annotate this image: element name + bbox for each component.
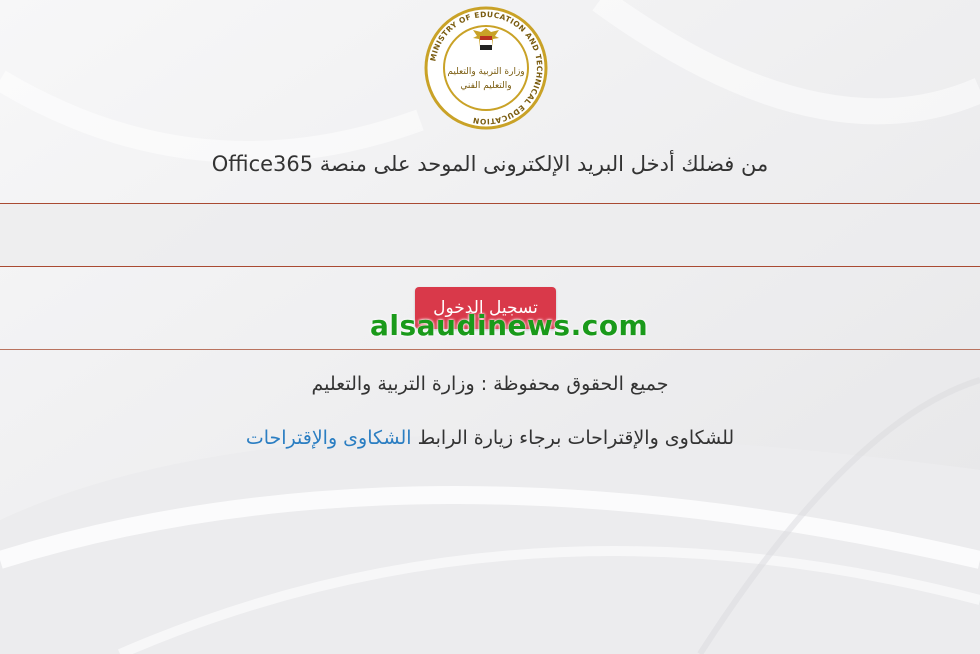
copyright-text: جميع الحقوق محفوظة : وزارة التربية والتع… (311, 373, 669, 395)
ministry-seal-logo: MINISTRY OF EDUCATION AND TECHNICAL EDUC… (424, 6, 548, 130)
email-prompt-label: من فضلك أدخل البريد الإلكترونى الموحد عل… (211, 152, 769, 176)
complaints-link[interactable]: الشكاوى والإقتراحات (246, 427, 412, 449)
seal-inner-text-top: وزارة التربية والتعليم (447, 67, 524, 77)
divider (0, 349, 980, 350)
complaints-prefix: للشكاوى والإقتراحات برجاء زيارة الرابط (411, 427, 735, 449)
email-input[interactable] (0, 203, 980, 267)
watermark-text: alsaudinews.com (370, 309, 649, 342)
complaints-line: للشكاوى والإقتراحات برجاء زيارة الرابط ا… (0, 427, 980, 449)
seal-inner-text-bottom: والتعليم الفني (460, 81, 511, 91)
